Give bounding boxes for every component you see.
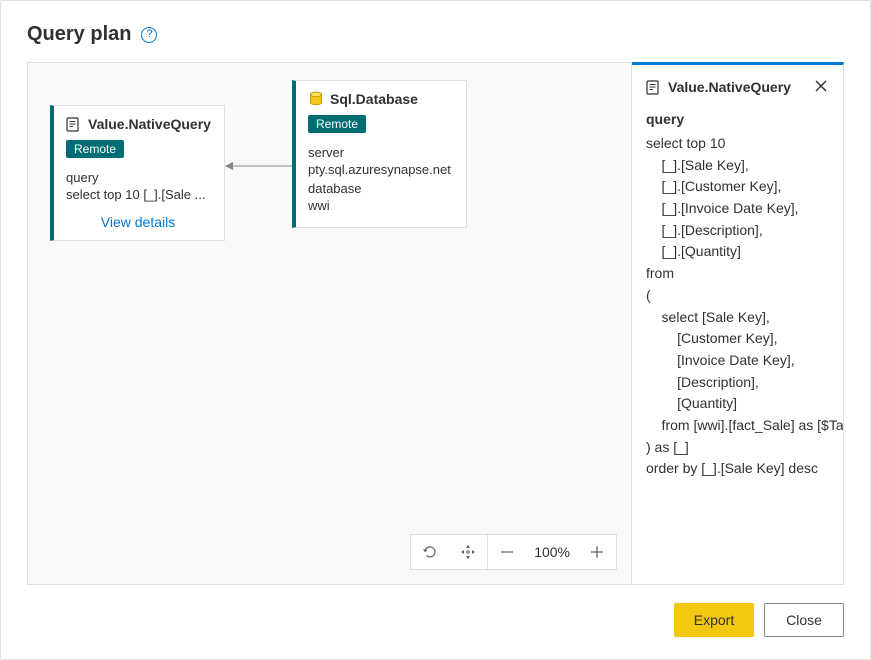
database-icon — [308, 91, 324, 107]
dependency-arrow — [225, 158, 292, 168]
node-field-value: pty.sql.azuresynapse.net — [308, 162, 452, 177]
remote-badge: Remote — [66, 140, 124, 158]
node-field-value: wwi — [308, 198, 452, 213]
plan-canvas[interactable]: Value.NativeQuery Remote query select to… — [27, 62, 632, 585]
remote-badge: Remote — [308, 115, 366, 133]
query-plan-dialog: Query plan ? Value.NativeQuery Remote qu… — [0, 0, 871, 660]
node-title: Value.NativeQuery — [88, 116, 211, 132]
close-icon[interactable] — [813, 79, 829, 95]
query-icon — [66, 116, 82, 132]
content-row: Value.NativeQuery Remote query select to… — [27, 62, 844, 585]
detail-field-label: query — [646, 111, 829, 127]
export-button[interactable]: Export — [674, 603, 754, 637]
detail-panel: Value.NativeQuery query select top 10 [_… — [632, 62, 844, 585]
node-field-label: server — [308, 145, 452, 160]
fit-view-icon[interactable] — [449, 535, 487, 569]
dialog-footer: Export Close — [27, 603, 844, 637]
help-icon[interactable]: ? — [141, 27, 157, 43]
node-header: Sql.Database — [308, 91, 452, 107]
reset-view-icon[interactable] — [411, 535, 449, 569]
close-button[interactable]: Close — [764, 603, 844, 637]
query-icon — [646, 79, 662, 95]
node-title: Sql.Database — [330, 91, 418, 107]
zoom-controls: 100% — [410, 534, 617, 570]
node-field-value: select top 10 [_].[Sale ... — [66, 187, 210, 202]
detail-header: Value.NativeQuery — [646, 79, 829, 95]
zoom-percent: 100% — [526, 544, 578, 560]
zoom-in-button[interactable] — [578, 535, 616, 569]
node-field-label: query — [66, 170, 210, 185]
node-header: Value.NativeQuery — [66, 116, 210, 132]
detail-title: Value.NativeQuery — [668, 79, 791, 95]
detail-query-text: select top 10 [_].[Sale Key], [_].[Custo… — [646, 133, 829, 480]
title-row: Query plan ? — [27, 23, 844, 46]
zoom-out-button[interactable] — [488, 535, 526, 569]
detail-title-group: Value.NativeQuery — [646, 79, 791, 95]
dialog-title: Query plan — [27, 23, 131, 46]
node-field-label: database — [308, 181, 452, 196]
plan-node-native-query[interactable]: Value.NativeQuery Remote query select to… — [50, 105, 225, 241]
view-details-link[interactable]: View details — [66, 214, 210, 230]
plan-node-sql-database[interactable]: Sql.Database Remote server pty.sql.azure… — [292, 80, 467, 228]
